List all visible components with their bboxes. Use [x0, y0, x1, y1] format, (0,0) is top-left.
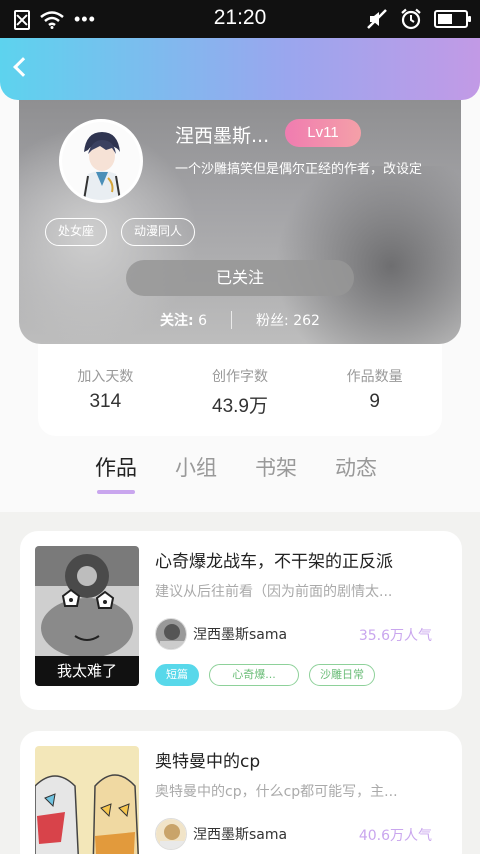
work-tag[interactable]: 心奇爆...: [209, 664, 299, 686]
status-bar: ••• 21:20: [0, 0, 480, 38]
battery-icon: [434, 10, 471, 28]
stat-label: 创作字数: [212, 369, 268, 385]
author-avatar: [155, 618, 187, 650]
popularity: 35.6万人气: [358, 628, 432, 644]
work-description: 奥特曼中的cp，什么cp都可能写，主...: [155, 784, 398, 800]
following-count: 6: [198, 313, 208, 329]
tab-activity[interactable]: 动态: [335, 452, 377, 482]
stat-value: 43.9万: [212, 396, 268, 417]
back-arrow-icon[interactable]: [13, 57, 33, 77]
stats-card: 加入天数 314 创作字数 43.9万 作品数量 9: [38, 344, 442, 436]
profile-tag: 动漫同人: [121, 218, 196, 246]
work-cover[interactable]: 我太难了: [35, 546, 139, 686]
avatar[interactable]: [59, 119, 143, 203]
work-title[interactable]: 奥特曼中的cp: [155, 747, 260, 772]
work-title[interactable]: 心奇爆龙战车，不干架的正反派: [155, 547, 393, 572]
profile-tabs: 作品 小组 书架 动态: [95, 452, 377, 494]
work-card[interactable]: 奥特曼中的cp 奥特曼中的cp，什么cp都可能写，主... 涅西墨斯sama 4…: [20, 731, 462, 854]
stat-join-days: 加入天数 314: [38, 344, 173, 436]
stat-label: 加入天数: [77, 369, 134, 385]
user-bio: 一个沙雕搞笑但是偶尔正经的作者，改设定: [175, 162, 423, 177]
work-author[interactable]: 涅西墨斯sama: [155, 618, 287, 650]
following-label: 关注:: [160, 313, 194, 329]
tab-groups[interactable]: 小组: [175, 452, 217, 482]
cover-caption: 我太难了: [35, 656, 139, 686]
alarm-icon: [401, 8, 421, 30]
stat-works-count: 作品数量 9: [307, 344, 442, 436]
author-name: 涅西墨斯sama: [193, 627, 288, 643]
follow-stats: 关注: 6 粉丝: 262: [19, 310, 461, 330]
work-description: 建议从后往前看（因为前面的剧情太...: [155, 584, 393, 600]
work-author[interactable]: 涅西墨斯sama: [155, 818, 287, 850]
work-tag[interactable]: 短篇: [155, 664, 199, 686]
author-name: 涅西墨斯sama: [193, 827, 288, 843]
author-avatar: [155, 818, 187, 850]
tab-bookshelf[interactable]: 书架: [255, 452, 297, 482]
stat-value: 9: [369, 391, 380, 412]
stat-label: 作品数量: [346, 369, 403, 385]
divider: [231, 311, 233, 329]
mute-icon: [367, 9, 387, 29]
profile-card: 涅西墨斯... Lv11 一个沙雕搞笑但是偶尔正经的作者，改设定 处女座 动漫同…: [19, 86, 461, 344]
top-bar: [0, 38, 480, 100]
fans-count: 262: [293, 313, 320, 329]
work-card[interactable]: 我太难了 心奇爆龙战车，不干架的正反派 建议从后往前看（因为前面的剧情太... …: [20, 531, 462, 710]
work-tag[interactable]: 沙雕日常: [309, 664, 375, 686]
tab-works[interactable]: 作品: [95, 452, 137, 494]
popularity: 40.6万人气: [358, 828, 432, 844]
follow-button[interactable]: 已关注: [126, 260, 354, 296]
stat-word-count: 创作字数 43.9万: [173, 344, 308, 436]
profile-tag: 处女座: [45, 218, 108, 246]
stat-value: 314: [89, 391, 122, 412]
work-cover[interactable]: [35, 746, 139, 854]
level-badge: Lv11: [285, 119, 361, 147]
fans-label: 粉丝:: [256, 313, 289, 329]
username: 涅西墨斯...: [175, 125, 270, 147]
